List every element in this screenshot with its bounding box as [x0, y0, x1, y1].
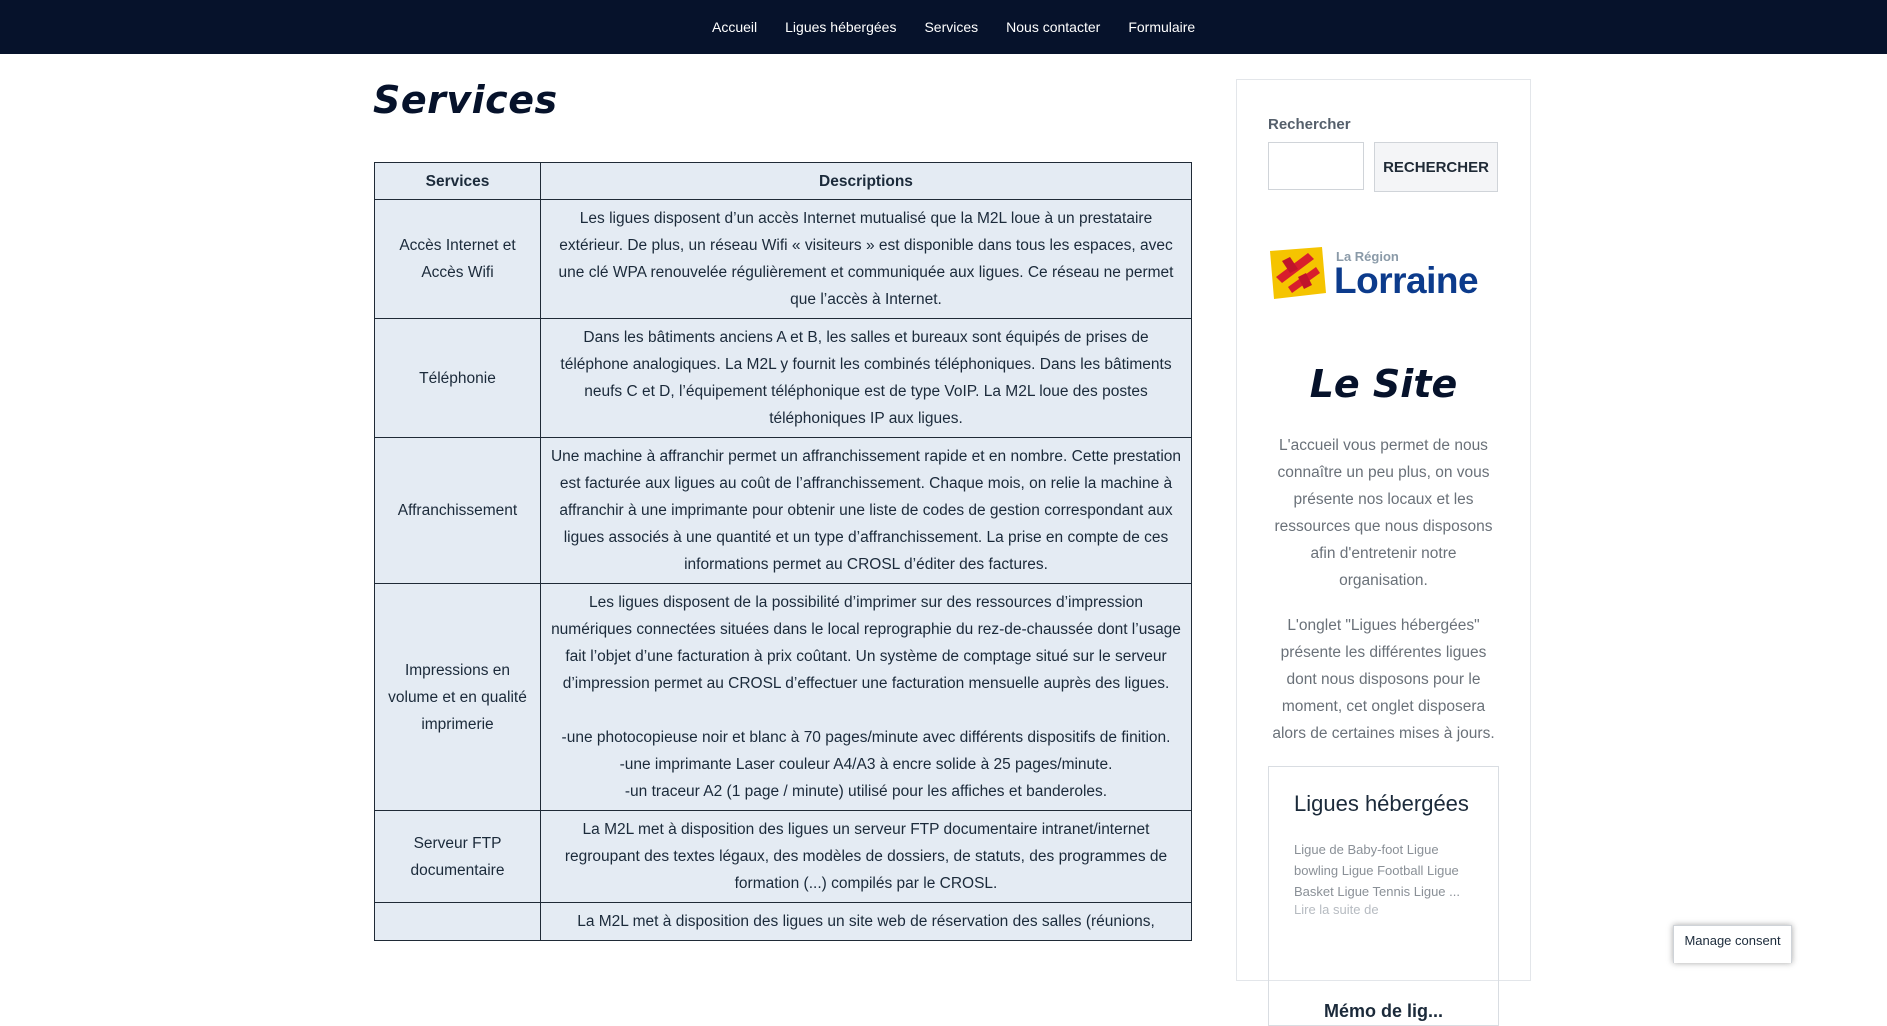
search-button[interactable]: RECHERCHER — [1374, 142, 1498, 192]
lorraine-flag-icon — [1270, 247, 1326, 299]
table-row: Téléphonie Dans les bâtiments anciens A … — [374, 318, 1192, 438]
equipment-item: -un traceur A2 (1 page / minute) utilisé… — [624, 783, 1108, 800]
service-description-cell: La M2L met à disposition des ligues un s… — [540, 810, 1192, 903]
service-name-cell: Serveur FTP documentaire — [374, 810, 541, 903]
column-header-services: Services — [374, 162, 541, 200]
services-table: Services Descriptions Accès Internet et … — [374, 162, 1192, 941]
nav-link-nous-contacter[interactable]: Nous contacter — [1006, 19, 1100, 35]
next-card-title[interactable]: Mémo de lig... — [1324, 1001, 1443, 1022]
service-name-cell: Accès Internet et Accès Wifi — [374, 199, 541, 319]
table-row: Accès Internet et Accès Wifi Les ligues … — [374, 199, 1192, 319]
nav-link-services[interactable]: Services — [924, 19, 978, 35]
site-paragraph: L'accueil vous permet de nous connaître … — [1274, 437, 1493, 589]
site-heading: Le Site — [1309, 362, 1458, 406]
service-name-cell: Affranchissement — [374, 437, 541, 584]
service-description-cell: Les ligues disposent d’un accès Internet… — [540, 199, 1192, 319]
service-description-text: Les ligues disposent de la possibilité d… — [551, 594, 1181, 692]
table-header-row: Services Descriptions — [374, 162, 1192, 200]
read-more-link[interactable]: Lire la suite de — [1294, 902, 1379, 917]
service-description-cell: Dans les bâtiments anciens A et B, les s… — [540, 318, 1192, 438]
equipment-item: -une photocopieuse noir et blanc à 70 pa… — [561, 729, 1171, 746]
search-label: Rechercher — [1268, 116, 1351, 133]
table-row: Serveur FTP documentaire La M2L met à di… — [374, 810, 1192, 903]
nav-link-accueil[interactable]: Accueil — [712, 19, 757, 35]
service-description-cell: La M2L met à disposition des ligues un s… — [540, 902, 1192, 941]
ligues-card-title[interactable]: Ligues hébergées — [1294, 791, 1469, 817]
table-row: La M2L met à disposition des ligues un s… — [374, 902, 1192, 941]
table-row: Affranchissement Une machine à affranchi… — [374, 437, 1192, 584]
column-header-descriptions: Descriptions — [540, 162, 1192, 200]
region-lorraine-logo[interactable]: La Région Lorraine — [1268, 247, 1503, 303]
equipment-list: -une photocopieuse noir et blanc à 70 pa… — [549, 724, 1183, 805]
table-row: Impressions en volume et en qualité impr… — [374, 583, 1192, 811]
logo-title: Lorraine — [1334, 260, 1479, 301]
service-name-cell: Téléphonie — [374, 318, 541, 438]
site-paragraph: L'onglet "Ligues hébergées" présente les… — [1272, 617, 1495, 742]
top-navigation-bar: Accueil Ligues hébergées Services Nous c… — [0, 0, 1887, 54]
nav-link-ligues-hebergees[interactable]: Ligues hébergées — [785, 19, 896, 35]
service-description-cell: Les ligues disposent de la possibilité d… — [540, 583, 1192, 811]
sidebar: Rechercher RECHERCHER La Région Lorraine… — [1236, 79, 1531, 1026]
search-input[interactable] — [1268, 142, 1364, 190]
service-name-cell: Impressions en volume et en qualité impr… — [374, 583, 541, 811]
equipment-item: -une imprimante Laser couleur A4/A3 à en… — [619, 756, 1113, 773]
service-name-cell — [374, 902, 541, 941]
manage-consent-button[interactable]: Manage consent — [1673, 925, 1792, 963]
main-menu: Accueil Ligues hébergées Services Nous c… — [712, 0, 1195, 54]
page-title: Services — [373, 78, 558, 122]
service-description-cell: Une machine à affranchir permet un affra… — [540, 437, 1192, 584]
ligues-card-excerpt: Ligue de Baby-foot Ligue bowling Ligue F… — [1294, 842, 1460, 899]
ligues-card: Ligues hébergées Ligue de Baby-foot Ligu… — [1268, 766, 1499, 1026]
nav-link-formulaire[interactable]: Formulaire — [1128, 19, 1195, 35]
